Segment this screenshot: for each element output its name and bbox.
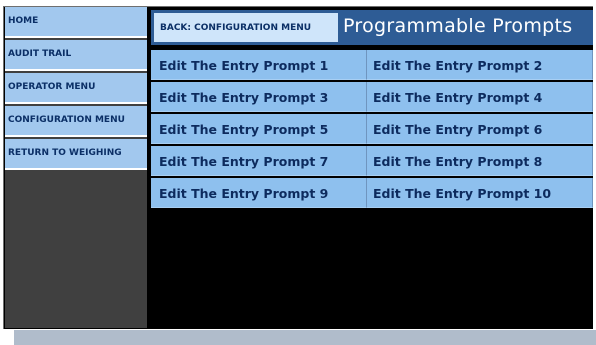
edit-prompt-9-button[interactable]: Edit The Entry Prompt 9	[151, 178, 367, 208]
edit-prompt-8-button[interactable]: Edit The Entry Prompt 8	[367, 146, 593, 176]
edit-prompt-4-button[interactable]: Edit The Entry Prompt 4	[367, 82, 593, 112]
nav-audit-trail-button[interactable]: AUDIT TRAIL	[5, 40, 147, 71]
edit-prompt-1-button[interactable]: Edit The Entry Prompt 1	[151, 50, 367, 80]
edit-prompt-2-button[interactable]: Edit The Entry Prompt 2	[367, 50, 593, 80]
nav-operator-menu-button[interactable]: OPERATOR MENU	[5, 73, 147, 104]
sidebar: HOME AUDIT TRAIL OPERATOR MENU CONFIGURA…	[5, 7, 147, 328]
back-configuration-menu-button[interactable]: BACK: CONFIGURATION MENU	[154, 13, 338, 42]
page-title: Programmable Prompts	[343, 15, 573, 37]
nav-return-to-weighing-button[interactable]: RETURN TO WEIGHING	[5, 139, 147, 170]
status-strip	[14, 330, 596, 345]
edit-prompt-10-button[interactable]: Edit The Entry Prompt 10	[367, 178, 593, 208]
edit-prompt-6-button[interactable]: Edit The Entry Prompt 6	[367, 114, 593, 144]
edit-prompt-3-button[interactable]: Edit The Entry Prompt 3	[151, 82, 367, 112]
prompt-grid: Edit The Entry Prompt 1 Edit The Entry P…	[151, 48, 593, 208]
nav-home-button[interactable]: HOME	[5, 7, 147, 38]
header-bar: BACK: CONFIGURATION MENU Programmable Pr…	[151, 10, 593, 45]
edit-prompt-5-button[interactable]: Edit The Entry Prompt 5	[151, 114, 367, 144]
nav-configuration-menu-button[interactable]: CONFIGURATION MENU	[5, 106, 147, 137]
edit-prompt-7-button[interactable]: Edit The Entry Prompt 7	[151, 146, 367, 176]
